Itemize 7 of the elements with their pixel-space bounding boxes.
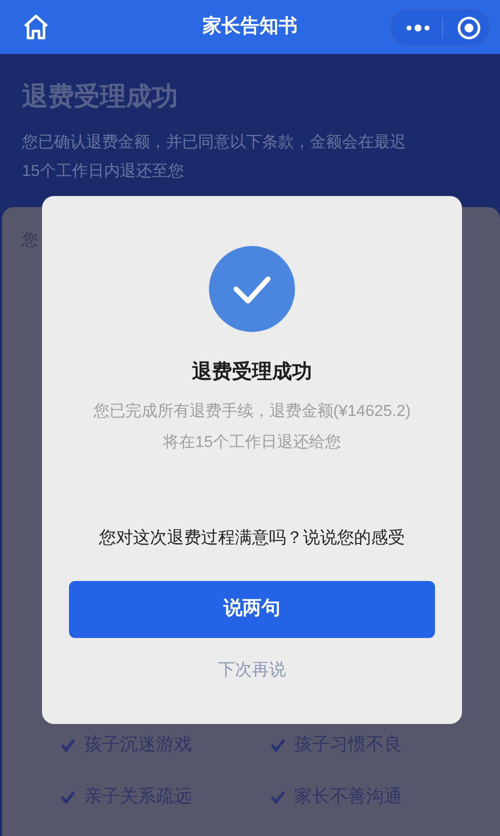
- window-title: 家长告知书: [202, 14, 298, 39]
- dialog-title: 退费受理成功: [192, 360, 312, 385]
- feedback-button[interactable]: 说两句: [69, 581, 435, 638]
- dialog-message: 您已完成所有退费手续，退费金额(¥14625.2) 将在15个工作日退还给您: [93, 402, 411, 453]
- dialog-question: 您对这次退费过程满意吗？说说您的感受: [99, 527, 405, 549]
- description-text: 您已确认退费金额，并已同意以下条款，金额会在最迟 15个工作日内退还至您: [21, 132, 407, 182]
- page-title: 退费受理成功: [21, 80, 179, 113]
